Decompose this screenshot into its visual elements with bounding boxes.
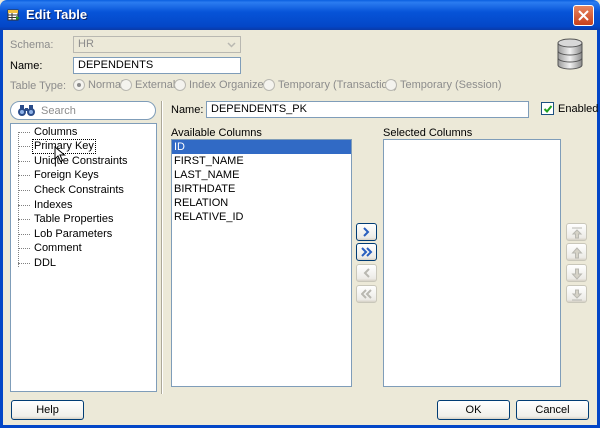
table-name-value: DEPENDENTS bbox=[78, 59, 154, 71]
tree-item-comment[interactable]: Comment bbox=[18, 241, 84, 255]
arrow-up-icon bbox=[571, 247, 583, 259]
move-top-button[interactable] bbox=[566, 223, 587, 241]
schema-label: Schema: bbox=[10, 39, 54, 51]
tree-item-lob-parameters[interactable]: Lob Parameters bbox=[18, 227, 114, 241]
tree-item-ddl[interactable]: DDL bbox=[18, 256, 58, 270]
pk-name-value: DEPENDENTS_PK bbox=[211, 103, 307, 115]
radio-temporary-session[interactable]: Temporary (Session) bbox=[385, 79, 501, 91]
double-chevron-right-icon bbox=[361, 247, 373, 257]
search-placeholder: Search bbox=[41, 105, 76, 117]
checkbox-box[interactable] bbox=[541, 102, 554, 115]
tree-item-label: Indexes bbox=[34, 198, 73, 211]
radio-index-organized[interactable]: Index Organized bbox=[174, 79, 270, 91]
table-type-label: Table Type: bbox=[10, 80, 67, 92]
radio-label: Index Organized bbox=[189, 79, 270, 91]
list-item[interactable]: BIRTHDATE bbox=[172, 182, 351, 196]
radio-normal[interactable]: Normal bbox=[73, 79, 123, 91]
move-right-button[interactable] bbox=[356, 223, 377, 241]
search-input[interactable]: Search bbox=[10, 101, 156, 120]
move-bottom-button[interactable] bbox=[566, 285, 587, 303]
radio-label: Normal bbox=[88, 79, 124, 91]
available-columns-label: Available Columns bbox=[171, 127, 262, 139]
window-title: Edit Table bbox=[26, 7, 88, 22]
cancel-button[interactable]: Cancel bbox=[516, 400, 589, 420]
radio-label: Temporary (Transaction) bbox=[278, 79, 398, 91]
pk-name-label: Name: bbox=[171, 104, 204, 116]
list-item[interactable]: FIRST_NAME bbox=[172, 154, 351, 168]
radio-external[interactable]: External bbox=[120, 79, 175, 91]
enabled-checkbox[interactable]: Enabled bbox=[541, 102, 598, 115]
tree-item-label: Lob Parameters bbox=[34, 227, 113, 240]
chevron-right-icon bbox=[363, 227, 370, 237]
chevron-down-icon bbox=[227, 42, 236, 48]
radio-temporary-transaction[interactable]: Temporary (Transaction) bbox=[263, 79, 397, 91]
database-icon bbox=[557, 38, 583, 70]
tree-item-label: Table Properties bbox=[34, 212, 114, 225]
tree-item-check-constraints[interactable]: Check Constraints bbox=[18, 183, 126, 197]
list-item[interactable]: ID bbox=[172, 140, 351, 154]
radio-dot bbox=[263, 79, 275, 91]
tree-item-label: Comment bbox=[34, 241, 82, 254]
move-all-left-button[interactable] bbox=[356, 285, 377, 303]
available-columns-list[interactable]: ID FIRST_NAME LAST_NAME BIRTHDATE RELATI… bbox=[171, 139, 352, 387]
list-item[interactable]: LAST_NAME bbox=[172, 168, 351, 182]
radio-dot bbox=[385, 79, 397, 91]
navigation-tree: Columns Primary Key Unique Constraints F… bbox=[10, 123, 157, 392]
panel-splitter[interactable] bbox=[161, 101, 163, 394]
tree-item-label: DDL bbox=[34, 256, 57, 269]
enabled-label: Enabled bbox=[558, 102, 599, 115]
list-item[interactable]: RELATION bbox=[172, 196, 351, 210]
schema-combo: HR bbox=[73, 36, 241, 53]
move-left-button[interactable] bbox=[356, 264, 377, 282]
arrow-down-icon bbox=[571, 268, 583, 280]
tree-item-table-properties[interactable]: Table Properties bbox=[18, 212, 116, 226]
tree-item-label: Check Constraints bbox=[34, 183, 124, 196]
tree-item-label: Unique Constraints bbox=[34, 154, 128, 167]
move-all-right-button[interactable] bbox=[356, 243, 377, 261]
checkmark-icon bbox=[543, 105, 553, 113]
title-bar: Edit Table bbox=[0, 0, 600, 30]
ok-button[interactable]: OK bbox=[437, 400, 510, 420]
radio-dot bbox=[73, 79, 85, 91]
move-up-button[interactable] bbox=[566, 243, 587, 261]
radio-dot bbox=[120, 79, 132, 91]
tree-item-columns[interactable]: Columns bbox=[18, 125, 79, 139]
tree-item-unique-constraints[interactable]: Unique Constraints bbox=[18, 154, 130, 168]
close-icon bbox=[578, 10, 589, 21]
tree-item-foreign-keys[interactable]: Foreign Keys bbox=[18, 168, 101, 182]
selected-columns-list[interactable] bbox=[383, 139, 561, 387]
help-button[interactable]: Help bbox=[11, 400, 84, 420]
radio-label: Temporary (Session) bbox=[400, 79, 502, 91]
tree-item-label: Columns bbox=[34, 125, 78, 138]
chevron-left-icon bbox=[363, 268, 370, 278]
pk-name-input[interactable]: DEPENDENTS_PK bbox=[206, 101, 529, 118]
table-name-label: Name: bbox=[10, 60, 43, 72]
selected-columns-label: Selected Columns bbox=[383, 127, 473, 139]
radio-label: External bbox=[135, 79, 176, 91]
tree-item-label: Foreign Keys bbox=[34, 168, 99, 181]
arrow-top-icon bbox=[571, 227, 583, 239]
close-button[interactable] bbox=[573, 5, 594, 26]
list-item[interactable]: RELATIVE_ID bbox=[172, 210, 351, 224]
radio-dot bbox=[174, 79, 186, 91]
move-down-button[interactable] bbox=[566, 264, 587, 282]
schema-value: HR bbox=[78, 38, 94, 50]
table-name-input[interactable]: DEPENDENTS bbox=[73, 57, 241, 74]
table-icon bbox=[7, 9, 20, 21]
binoculars-icon bbox=[18, 105, 35, 116]
arrow-bottom-icon bbox=[571, 289, 583, 301]
tree-item-indexes[interactable]: Indexes bbox=[18, 198, 75, 212]
double-chevron-left-icon bbox=[361, 289, 372, 299]
mouse-cursor-icon bbox=[54, 146, 66, 163]
